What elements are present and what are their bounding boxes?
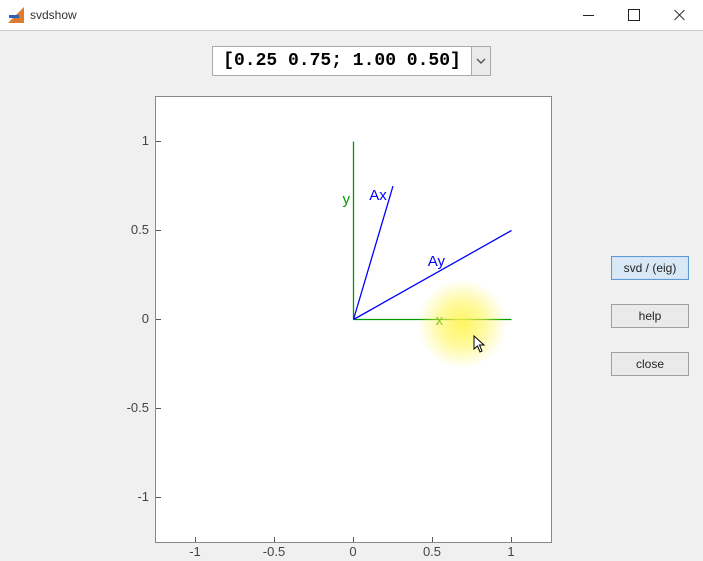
window-close-button[interactable] bbox=[657, 0, 703, 30]
minimize-button[interactable] bbox=[565, 0, 611, 30]
svg-text:x: x bbox=[436, 312, 444, 329]
window-title: svdshow bbox=[30, 8, 77, 22]
y-tick-label: -0.5 bbox=[109, 400, 149, 415]
help-button[interactable]: help bbox=[611, 304, 689, 328]
button-column: svd / (eig) help close bbox=[611, 256, 689, 376]
x-tick-label: -0.5 bbox=[257, 544, 292, 559]
svg-text:Ax: Ax bbox=[369, 187, 387, 204]
x-tick-label: -1 bbox=[178, 544, 213, 559]
matrix-row: [0.25 0.75; 1.00 0.50] bbox=[0, 46, 703, 76]
x-tick-label: 0 bbox=[336, 544, 371, 559]
y-tick-label: 0.5 bbox=[109, 222, 149, 237]
svd-eig-button[interactable]: svd / (eig) bbox=[611, 256, 689, 280]
chevron-down-icon bbox=[476, 58, 486, 64]
x-tick-label: 1 bbox=[494, 544, 529, 559]
figure-client: [0.25 0.75; 1.00 0.50] svd / (eig) help … bbox=[0, 31, 703, 561]
app-icon bbox=[8, 7, 24, 23]
close-button[interactable]: close bbox=[611, 352, 689, 376]
y-tick-label: -1 bbox=[109, 489, 149, 504]
axes[interactable]: x y Ax Ay bbox=[155, 96, 552, 543]
titlebar: svdshow bbox=[0, 0, 703, 31]
window-controls bbox=[565, 0, 703, 30]
svg-text:Ay: Ay bbox=[428, 253, 446, 270]
svg-text:y: y bbox=[342, 191, 350, 208]
x-tick-label: 0.5 bbox=[415, 544, 450, 559]
matrix-dropdown-button[interactable] bbox=[472, 46, 491, 76]
matrix-display[interactable]: [0.25 0.75; 1.00 0.50] bbox=[212, 46, 472, 76]
y-tick-label: 1 bbox=[109, 133, 149, 148]
maximize-button[interactable] bbox=[611, 0, 657, 30]
y-tick-label: 0 bbox=[109, 311, 149, 326]
